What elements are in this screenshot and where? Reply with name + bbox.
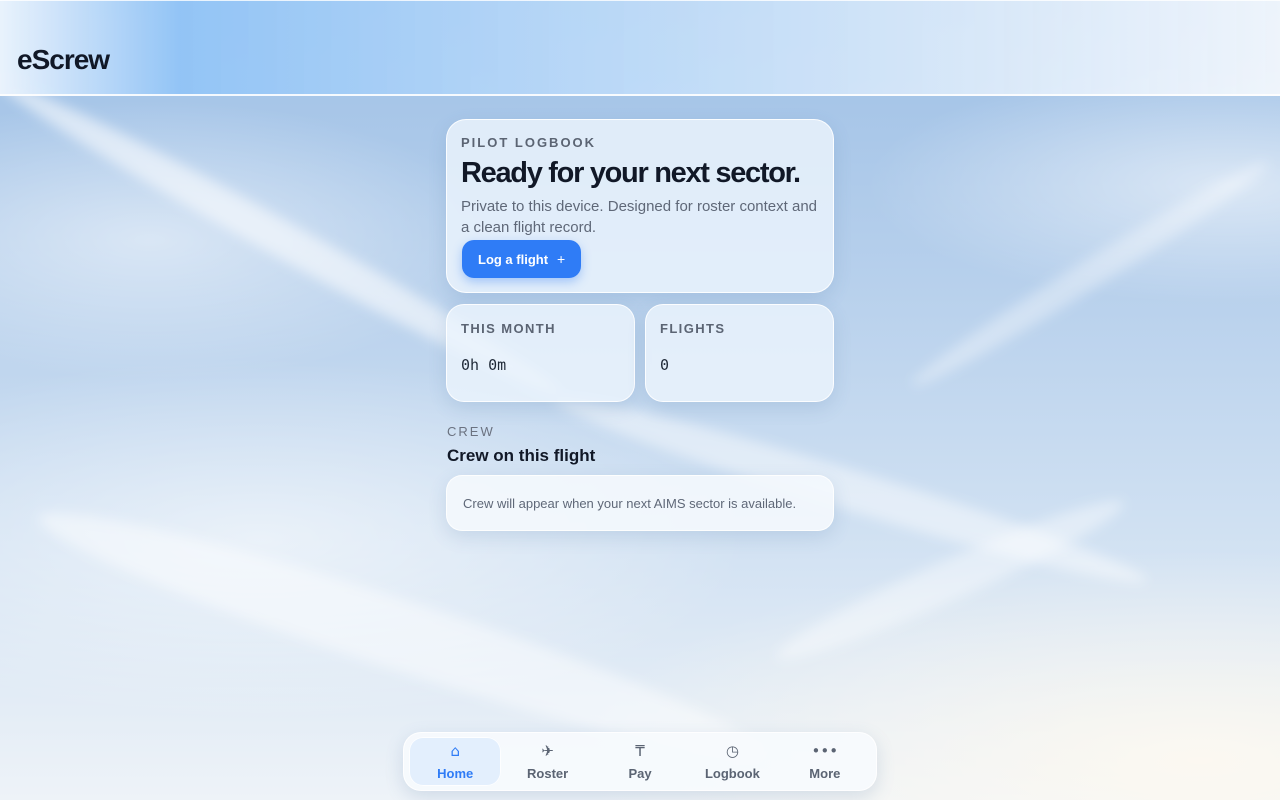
stat-value-this-month: 0h 0m xyxy=(461,356,507,374)
tab-roster[interactable]: ✈ Roster xyxy=(501,737,593,786)
hero-eyebrow: PILOT LOGBOOK xyxy=(461,135,597,150)
tab-home[interactable]: ⌂ Home xyxy=(409,737,502,786)
stat-label-this-month: THIS MONTH xyxy=(461,321,556,336)
stat-value-flights: 0 xyxy=(660,356,670,374)
plane-icon: ✈ xyxy=(541,742,554,760)
stat-card-flights: FLIGHTS 0 xyxy=(645,304,834,402)
tab-label-pay: Pay xyxy=(628,766,652,781)
crew-eyebrow: CREW xyxy=(447,424,495,439)
clock-icon: ◷ xyxy=(725,742,739,760)
bottom-tab-bar: ⌂ Home ✈ Roster ₸ Pay ◷ Logbook ••• More xyxy=(403,732,877,791)
stat-label-flights: FLIGHTS xyxy=(660,321,726,336)
crew-card: Crew will appear when your next AIMS sec… xyxy=(446,475,834,531)
plus-icon: + xyxy=(557,251,566,267)
home-icon: ⌂ xyxy=(450,742,460,760)
hero-subtitle: Private to this device. Designed for ros… xyxy=(461,197,818,236)
tab-logbook[interactable]: ◷ Logbook xyxy=(686,737,778,786)
crew-empty-message: Crew will appear when your next AIMS sec… xyxy=(463,495,797,511)
tab-label-logbook: Logbook xyxy=(704,766,760,781)
cloud-streak xyxy=(904,150,1276,398)
tab-more[interactable]: ••• More xyxy=(779,737,871,786)
hero-title: Ready for your next sector. xyxy=(461,157,801,189)
hero-card: PILOT LOGBOOK Ready for your next sector… xyxy=(446,119,834,293)
app-title: eScrew xyxy=(17,44,110,75)
tab-pay[interactable]: ₸ Pay xyxy=(594,737,686,786)
app-header: eScrew xyxy=(0,0,1280,96)
stat-card-this-month: THIS MONTH 0h 0m xyxy=(446,304,635,402)
pay-icon: ₸ xyxy=(635,742,645,760)
tab-label-home: Home xyxy=(437,766,474,781)
log-flight-button-label: Log a flight xyxy=(478,251,549,267)
more-icon: ••• xyxy=(811,742,839,760)
log-flight-button[interactable]: Log a flight + xyxy=(462,240,582,278)
tab-label-roster: Roster xyxy=(527,766,569,781)
tab-label-more: More xyxy=(809,766,841,781)
crew-section-title: Crew on this flight xyxy=(447,446,596,465)
